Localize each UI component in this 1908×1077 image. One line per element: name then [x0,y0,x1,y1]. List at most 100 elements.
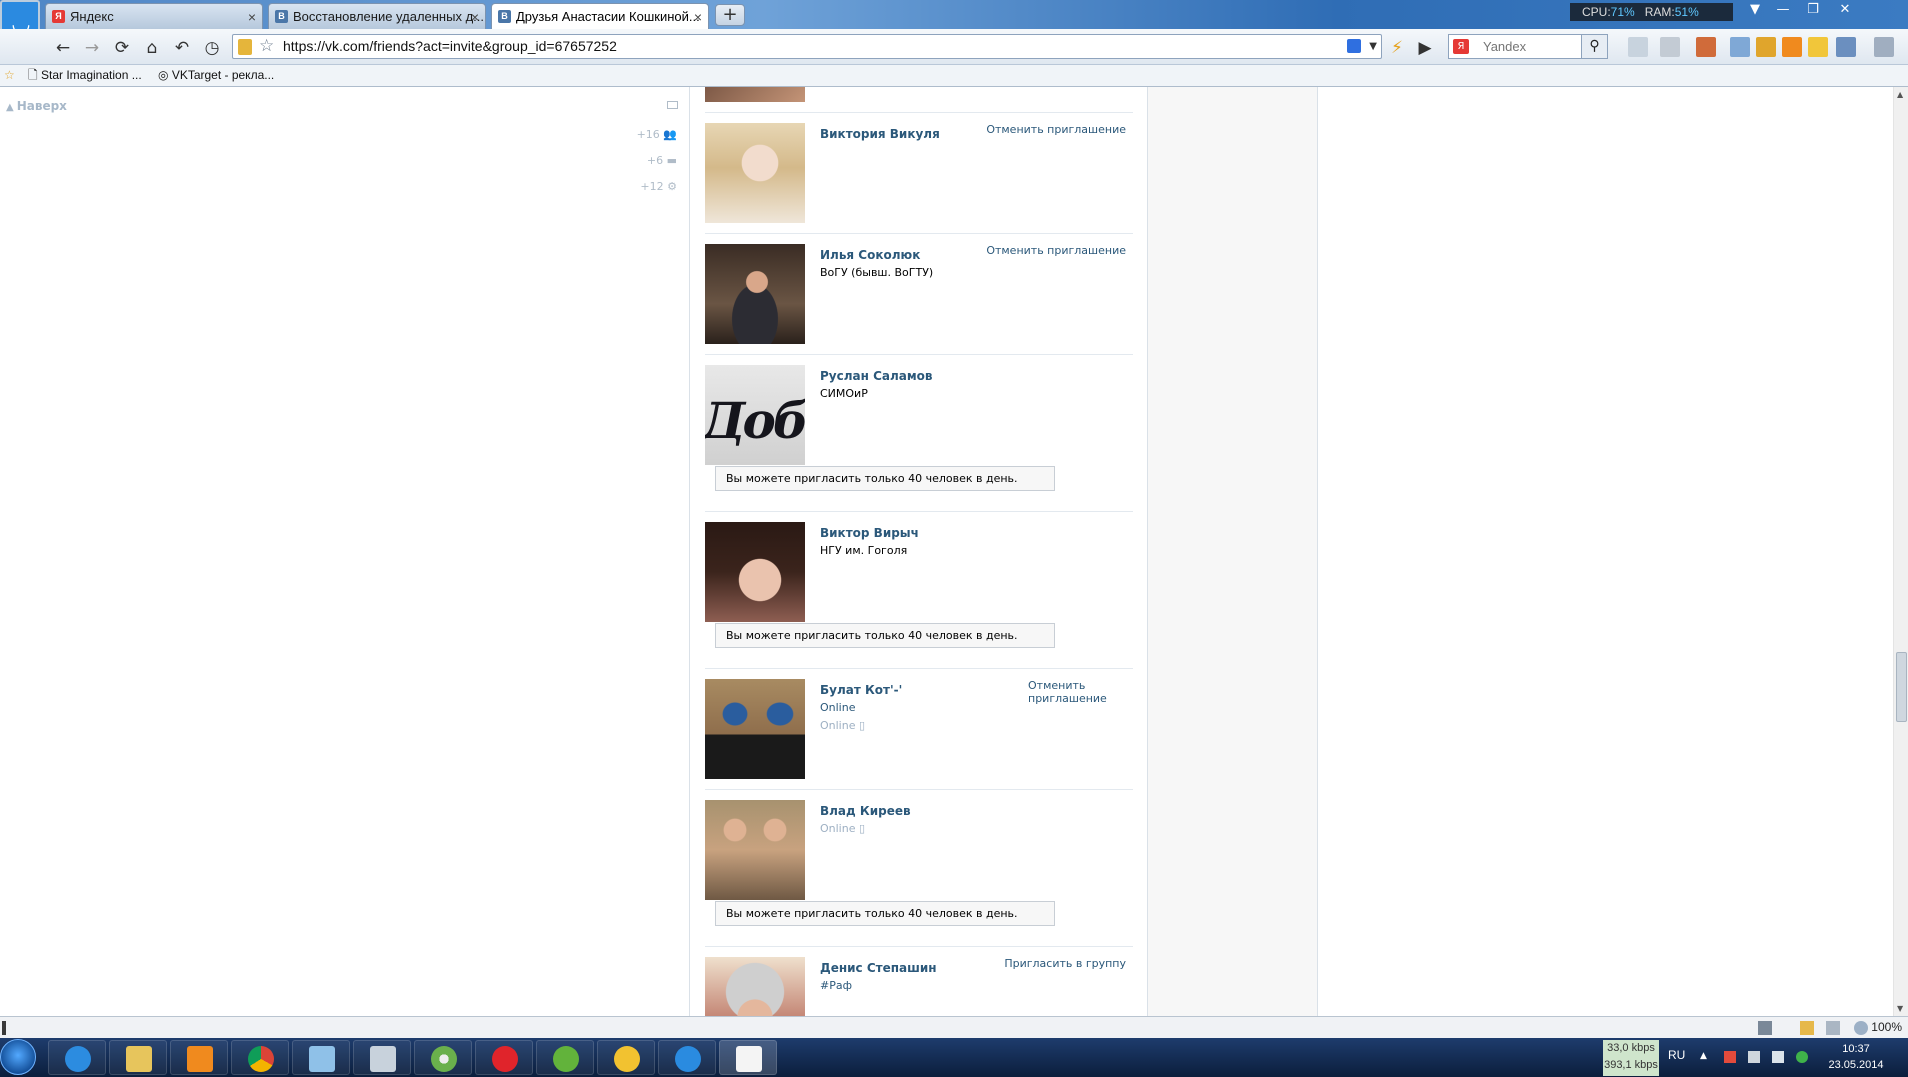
chevron-down-icon[interactable]: ▼ [1369,35,1377,58]
friend-name[interactable]: Виктор Вирыч [820,526,919,540]
taskbar-opera[interactable] [475,1040,533,1075]
tab-recovery[interactable]: В Восстановление удаленных д... × [268,3,486,29]
tab-yandex[interactable]: Я Яндекс × [45,3,263,29]
taskbar-chrome[interactable] [231,1040,289,1075]
avatar[interactable] [705,123,805,223]
network-speed-widget[interactable]: 33,0 kbps 393,1 kbps [1603,1040,1659,1076]
invite-to-group-link[interactable]: Пригласить в группу [1004,957,1126,970]
forward-icon[interactable]: → [81,37,103,59]
minimize-button[interactable]: — [1770,0,1796,20]
avatar[interactable] [705,522,805,622]
avatar[interactable]: Добро [705,365,805,465]
friends-icon: 👥 [663,128,677,141]
camera-icon[interactable] [1660,37,1680,57]
taskbar-disc[interactable] [414,1040,472,1075]
friend-name[interactable]: Влад Киреев [820,804,911,818]
close-icon[interactable]: × [471,4,479,29]
mail-icon[interactable] [667,101,678,109]
online-status: Online [820,701,856,714]
friend-university: СИМОиР [820,387,868,400]
yandex-engine-icon[interactable]: Я [1453,39,1469,54]
start-button[interactable] [0,1039,36,1075]
avatar[interactable] [705,244,805,344]
signal-icon[interactable] [1748,1051,1760,1063]
toolbar-addon-icon[interactable] [1696,37,1716,57]
toolbar-tool-icon[interactable] [1628,37,1648,57]
friend-name[interactable]: Илья Соколюк [820,248,920,262]
status-calendar-icon[interactable] [1800,1021,1814,1035]
status-graph-icon[interactable] [1758,1021,1772,1035]
star-icon[interactable]: ☆ [259,35,274,58]
taskbar-info-app[interactable] [719,1040,777,1075]
friend-name[interactable]: Руслан Саламов [820,369,933,383]
panel-toggle-icon[interactable] [2,1021,6,1035]
cancel-invite-link[interactable]: Отменить приглашение [986,123,1126,136]
zoom-tool-icon[interactable] [1730,37,1750,57]
home-icon[interactable]: ⌂ [141,37,163,59]
avatar[interactable] [705,679,805,779]
moon-icon[interactable] [1836,37,1856,57]
reload-icon[interactable]: ⟳ [111,37,133,59]
scroll-down-icon[interactable]: ▼ [1897,1004,1903,1013]
cancel-invite-link[interactable]: Отменить приглашение [1028,679,1133,705]
taskbar-notes[interactable] [292,1040,350,1075]
scroll-thumb[interactable] [1896,652,1907,722]
zoom-level[interactable]: 100% [1871,1020,1902,1034]
menu-arrow-icon[interactable]: ▼ [1742,0,1768,20]
restore-button[interactable]: ❐ [1800,0,1826,20]
friend-university: НГУ им. Гоголя [820,544,908,557]
taskbar-window[interactable] [353,1040,411,1075]
friend-name[interactable]: Денис Степашин [820,961,937,975]
taskbar-utorrent[interactable] [536,1040,594,1075]
cancel-invite-link[interactable]: Отменить приглашение [986,244,1126,257]
flash-icon[interactable]: ⚡ [1386,37,1408,59]
search-input[interactable] [1483,37,1583,56]
back-icon[interactable]: ← [52,37,74,59]
taskbar-media[interactable] [170,1040,228,1075]
sync-icon[interactable] [1796,1051,1808,1063]
language-indicator[interactable]: RU [1668,1048,1685,1062]
taskbar-lemon[interactable] [597,1040,655,1075]
volume-status-icon[interactable] [1826,1021,1840,1035]
avatar[interactable] [705,87,805,102]
friends-counter[interactable]: +16 👥 [637,128,677,141]
close-icon[interactable]: × [694,4,702,29]
search-box[interactable]: Я ⚲ [1448,34,1608,59]
taskbar-explorer[interactable] [109,1040,167,1075]
flag-icon[interactable] [1724,1051,1736,1063]
search-icon[interactable]: ⚲ [1581,35,1607,58]
tray-expand-icon[interactable]: ▲ [1700,1051,1712,1063]
friend-name[interactable]: Виктория Викуля [820,127,940,141]
scroll-to-top-link[interactable]: ▲ Наверх [6,99,67,113]
avatar[interactable] [705,800,805,900]
avatar[interactable] [705,957,805,1016]
friend-name[interactable]: Булат Кот'-' [820,683,902,697]
bookmark-star-icon[interactable]: ☆ [4,65,15,85]
bookmark-vktarget[interactable]: ◎ VKTarget - рекла... [158,65,274,85]
scroll-up-icon[interactable]: ▲ [1897,90,1903,99]
bookmark-star-imagination[interactable]: 🗋 Star Imagination ... [28,65,142,85]
settings-counter[interactable]: +12 ⚙ [640,180,677,193]
taskbar-internet-explorer[interactable] [48,1040,106,1075]
tab-friends[interactable]: В Друзья Анастасии Кошкиной... × [491,3,709,29]
utorrent-icon [553,1046,579,1072]
play-icon[interactable]: ▶ [1414,37,1436,59]
settings-icon[interactable] [1874,37,1894,57]
zoom-icon[interactable] [1854,1021,1868,1035]
messages-counter[interactable]: +6 ▬ [647,154,677,167]
taskbar-yandex-browser[interactable] [658,1040,716,1075]
system-clock[interactable]: 10:37 23.05.2014 [1820,1041,1892,1073]
undo-icon[interactable]: ↶ [171,37,193,59]
yandex-feed-icon[interactable] [1347,39,1361,53]
close-window-button[interactable]: ✕ [1830,0,1860,20]
new-tab-button[interactable]: + [715,4,745,26]
tag-icon[interactable] [1756,37,1776,57]
history-icon[interactable]: ◷ [201,37,223,59]
rss-icon[interactable] [1782,37,1802,57]
speaker-icon[interactable] [1772,1051,1784,1063]
notes-icon[interactable] [1808,37,1828,57]
address-bar[interactable]: ☆ https://vk.com/friends?act=invite&grou… [232,34,1382,59]
close-icon[interactable]: × [248,4,256,29]
url-text[interactable]: https://vk.com/friends?act=invite&group_… [283,35,617,58]
page-scrollbar[interactable]: ▲ ▼ [1893,87,1908,1016]
